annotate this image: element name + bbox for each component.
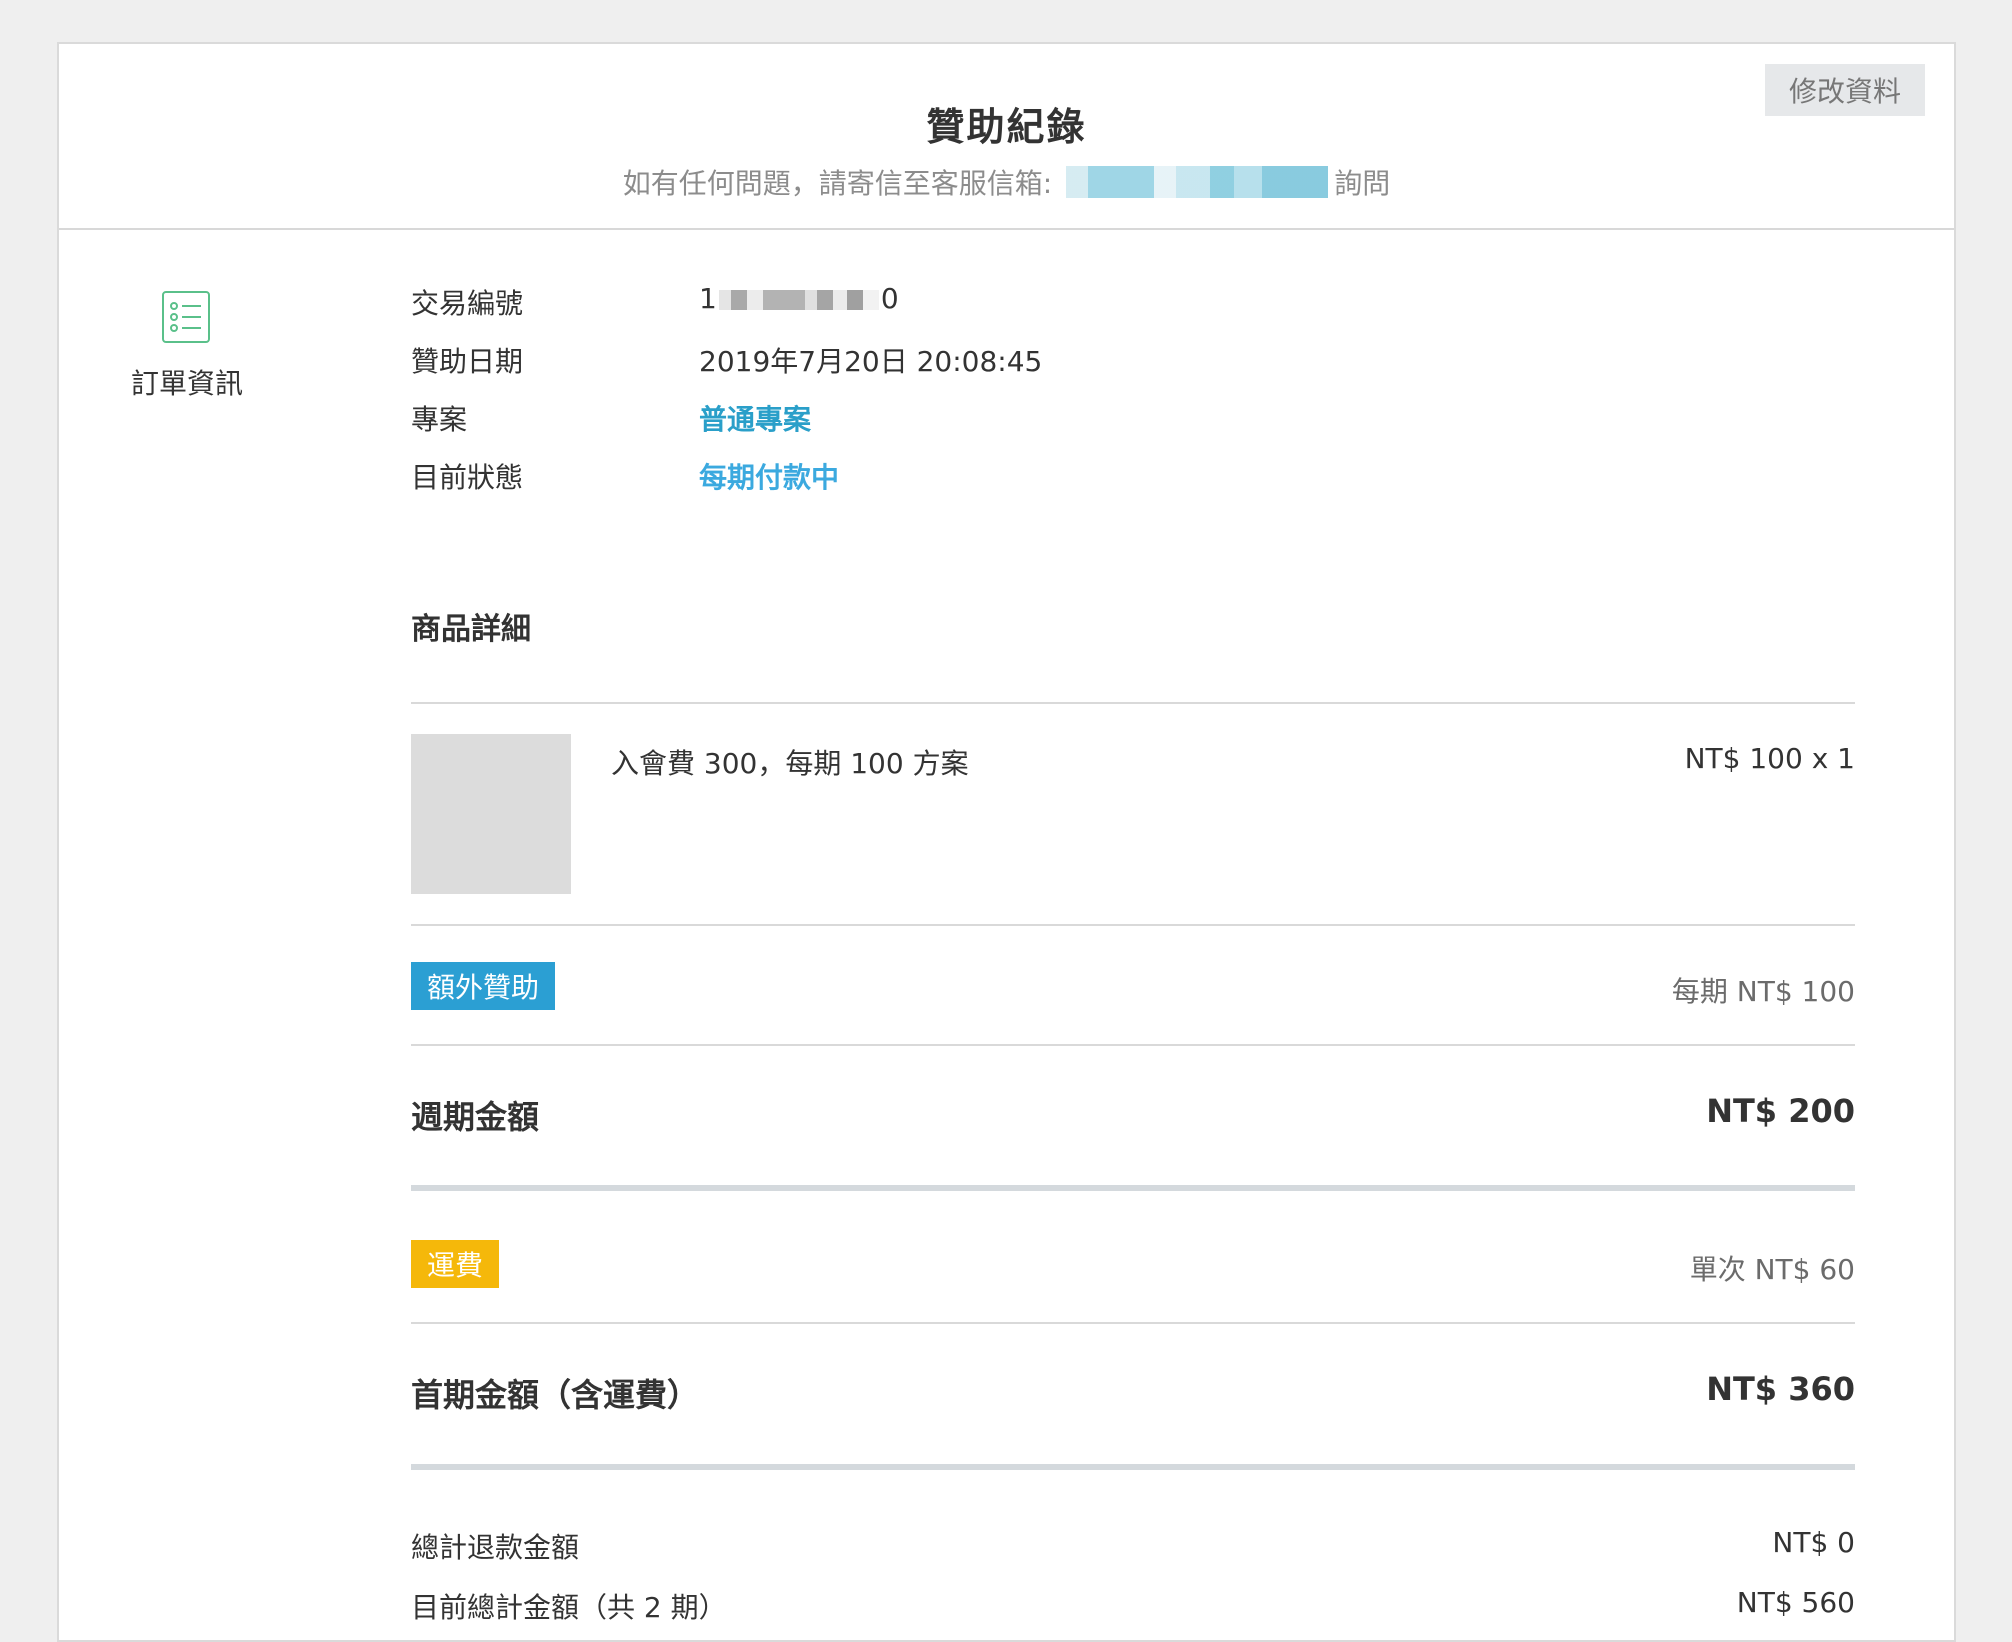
redacted-email <box>1058 166 1329 198</box>
current-total-label: 目前總計金額（共 2 期） <box>411 1591 727 1624</box>
status-value: 每期付款中 <box>699 461 840 494</box>
subtitle-suffix: 詢問 <box>1334 167 1391 200</box>
redacted-transaction-number <box>718 290 879 310</box>
first-total-value: NT$ 360 <box>1706 1370 1855 1408</box>
txn-end: 0 <box>880 282 899 315</box>
first-total-label: 首期金額（含運費） <box>411 1376 700 1414</box>
sponsor-date-row: 贊助日期 2019年7月20日 20:08:45 <box>411 340 1042 380</box>
product-thumbnail <box>411 734 571 894</box>
product-price: NT$ 100 x 1 <box>1684 742 1855 775</box>
status-row: 目前狀態 每期付款中 <box>411 456 839 496</box>
edit-profile-button[interactable]: 修改資料 <box>1765 64 1925 116</box>
refund-total-value: NT$ 0 <box>1772 1526 1855 1559</box>
divider <box>411 1322 1855 1324</box>
sidebar-label: 訂單資訊 <box>130 367 243 400</box>
project-label: 專案 <box>411 403 468 436</box>
page-header: 贊助紀錄 如有任何問題，請寄信至客服信箱: 詢問 修改資料 <box>59 44 1954 230</box>
refund-total-label: 總計退款金額 <box>411 1531 580 1564</box>
project-link[interactable]: 普通專案 <box>699 398 811 438</box>
sponsor-date-value: 2019年7月20日 20:08:45 <box>699 345 1043 378</box>
divider <box>411 924 1855 926</box>
divider <box>411 1044 1855 1046</box>
transaction-number-row: 交易編號 10 <box>411 282 899 322</box>
shipping-value: 單次 NT$ 60 <box>1689 1253 1855 1286</box>
divider <box>411 702 1855 704</box>
shipping-tag: 運費 <box>411 1240 500 1288</box>
txn-start: 1 <box>699 282 717 315</box>
extra-sponsor-value: 每期 NT$ 100 <box>1671 975 1855 1008</box>
extra-sponsor-tag: 額外贊助 <box>411 962 556 1010</box>
support-email-note: 如有任何問題，請寄信至客服信箱: 詢問 <box>59 162 1954 202</box>
product-details-title: 商品詳細 <box>411 612 531 647</box>
current-total-value: NT$ 560 <box>1736 1586 1855 1619</box>
sponsorship-record-card: 贊助紀錄 如有任何問題，請寄信至客服信箱: 詢問 修改資料 訂單資訊 交易編號 … <box>57 42 1956 1642</box>
cycle-total-label: 週期金額 <box>411 1098 540 1136</box>
status-label: 目前狀態 <box>411 461 524 494</box>
product-name: 入會費 300，每期 100 方案 <box>611 747 969 780</box>
list-icon <box>162 291 210 343</box>
thick-divider <box>411 1185 1855 1191</box>
thick-divider <box>411 1464 1855 1470</box>
transaction-number-label: 交易編號 <box>411 287 524 320</box>
subtitle-prefix: 如有任何問題，請寄信至客服信箱: <box>622 167 1053 200</box>
cycle-total-value: NT$ 200 <box>1706 1092 1855 1130</box>
transaction-number-value: 10 <box>699 282 899 322</box>
page-title: 贊助紀錄 <box>926 105 1087 149</box>
project-row: 專案 普通專案 <box>411 398 811 438</box>
sponsor-date-label: 贊助日期 <box>411 345 524 378</box>
